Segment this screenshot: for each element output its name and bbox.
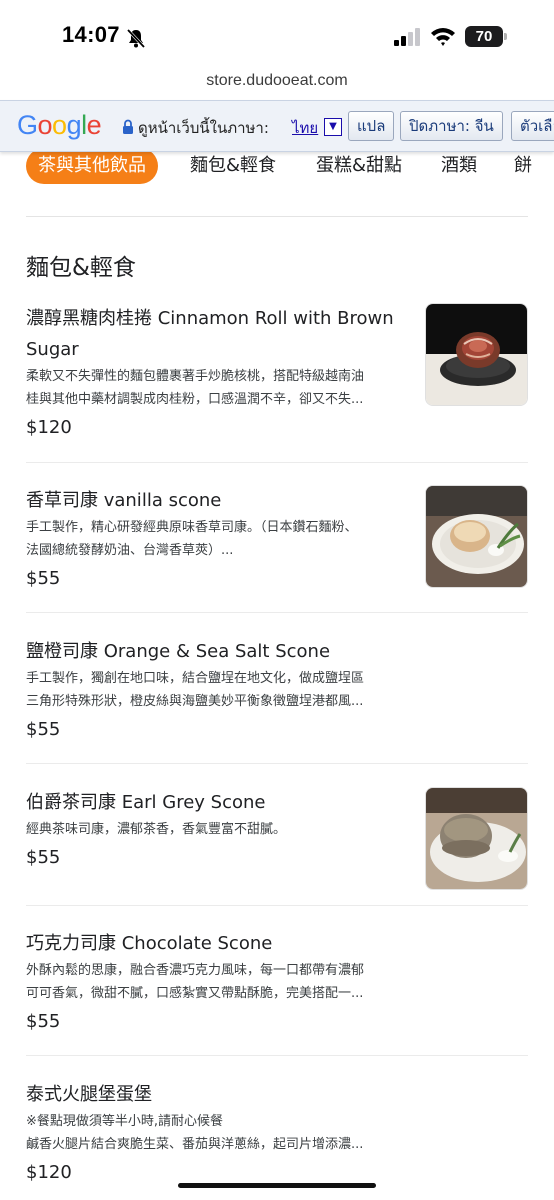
item-name: Sugar <box>26 339 79 360</box>
item-name: 伯爵茶司康 Earl Grey Scone <box>26 792 266 813</box>
item-price: $55 <box>26 847 61 868</box>
home-indicator[interactable] <box>178 1183 376 1188</box>
divider <box>26 216 528 217</box>
divider <box>26 763 528 764</box>
item-description: ※餐點現做須等半小時,請耐心候餐 <box>26 1114 224 1129</box>
item-name: 鹽橙司康 Orange & Sea Salt Scone <box>26 641 331 662</box>
tab-cookies[interactable]: 餅 <box>514 148 532 184</box>
target-language-select[interactable]: ไทย <box>292 116 318 140</box>
divider <box>26 1055 528 1056</box>
status-time: 14:07 <box>62 22 120 47</box>
item-price: $120 <box>26 417 72 438</box>
tab-bread-light-meals[interactable]: 麵包&輕食 <box>190 148 276 184</box>
dropdown-arrow-icon[interactable]: ▼ <box>324 118 342 136</box>
wifi-icon <box>431 28 455 46</box>
translate-options-button[interactable]: ตัวเลือก <box>511 111 554 141</box>
item-description: 柔軟又不失彈性的麵包體裹著手炒脆核桃，搭配特級越南油 <box>26 369 365 384</box>
item-description: 外酥內鬆的思康，融合香濃巧克力風味，每一口都帶有濃郁 <box>26 963 365 978</box>
translate-button[interactable]: แปล <box>348 111 395 141</box>
item-price: $55 <box>26 568 61 589</box>
item-description: 經典茶味司康，濃郁茶香，香氣豐富不甜膩。 <box>26 822 287 837</box>
turn-off-translation-button[interactable]: ปิดภาษา: จีน <box>400 111 503 141</box>
item-description: 法國總統發酵奶油、台灣香草莢）... <box>26 543 234 558</box>
item-photo-earl-grey-scone[interactable] <box>425 787 528 890</box>
item-description: 手工製作，精心研發經典原味香草司康。（日本鑽石麵粉、 <box>26 520 358 535</box>
item-name: 香草司康 vanilla scone <box>26 490 222 511</box>
item-photo-cinnamon-roll[interactable] <box>425 303 528 406</box>
item-price: $120 <box>26 1162 72 1183</box>
item-description: 三角形特殊形狀，橙皮絲與海鹽美妙平衡象徵鹽埕港都風... <box>26 694 364 709</box>
item-name: 巧克力司康 Chocolate Scone <box>26 933 273 954</box>
cellular-signal-icon <box>394 28 420 46</box>
item-photo-vanilla-scone[interactable] <box>425 485 528 588</box>
section-title: 麵包&輕食 <box>26 255 136 281</box>
item-price: $55 <box>26 1011 61 1032</box>
divider <box>26 612 528 613</box>
translate-prompt: ดูหน้าเว็บนี้ในภาษา: <box>138 119 269 137</box>
address-bar[interactable]: store.dudooeat.com <box>0 66 554 100</box>
menu-item-vanilla-scone[interactable]: 香草司康 vanilla scone 手工製作，精心研發經典原味香草司康。（日本… <box>26 485 528 595</box>
tab-drinks[interactable]: 茶與其他飲品 <box>26 148 158 184</box>
item-name: 泰式火腿堡蛋堡 <box>26 1084 152 1105</box>
menu-item-earl-grey-scone[interactable]: 伯爵茶司康 Earl Grey Scone 經典茶味司康，濃郁茶香，香氣豐富不甜… <box>26 787 528 890</box>
menu-item-chocolate-scone[interactable]: 巧克力司康 Chocolate Scone 外酥內鬆的思康，融合香濃巧克力風味，… <box>26 928 528 1038</box>
tab-cakes-desserts[interactable]: 蛋糕&甜點 <box>316 148 402 184</box>
battery-level: 70 <box>465 26 503 47</box>
item-description: 鹹香火腿片結合爽脆生菜、番茄與洋蔥絲，起司片增添濃... <box>26 1137 364 1152</box>
divider <box>26 905 528 906</box>
battery-tip <box>504 33 507 40</box>
menu-item-orange-sea-salt-scone[interactable]: 鹽橙司康 Orange & Sea Salt Scone 手工製作，獨創在地口味… <box>26 636 528 746</box>
menu-item-cinnamon-roll[interactable]: 濃醇黑糖肉桂捲 Cinnamon Roll with Brown Sugar 柔… <box>26 303 528 448</box>
google-logo: Google <box>17 110 102 140</box>
battery-indicator: 70 <box>465 26 507 47</box>
translate-bar: Google ดูหน้าเว็บนี้ในภาษา: ไทย ▼ แปล ปิ… <box>0 100 554 152</box>
divider <box>26 462 528 463</box>
item-description: 手工製作，獨創在地口味，結合鹽埕在地文化，做成鹽埕區 <box>26 671 365 686</box>
item-description: 可可香氣，微甜不膩，口感紮實又帶點酥脆，完美搭配一... <box>26 986 364 1001</box>
tab-alcohol[interactable]: 酒類 <box>441 148 477 184</box>
menu-item-thai-ham-egg-burger[interactable]: 泰式火腿堡蛋堡 ※餐點現做須等半小時,請耐心候餐 鹹香火腿片結合爽脆生菜、番茄與… <box>26 1079 528 1189</box>
item-name: 濃醇黑糖肉桂捲 Cinnamon Roll with Brown <box>26 308 394 329</box>
bell-muted-icon <box>126 28 146 49</box>
item-price: $55 <box>26 719 61 740</box>
item-description: 桂與其他中藥材調製成肉桂粉，口感溫潤不辛，卻又不失... <box>26 392 364 407</box>
lock-icon <box>123 119 133 134</box>
status-bar: 14:07 70 <box>0 0 554 66</box>
